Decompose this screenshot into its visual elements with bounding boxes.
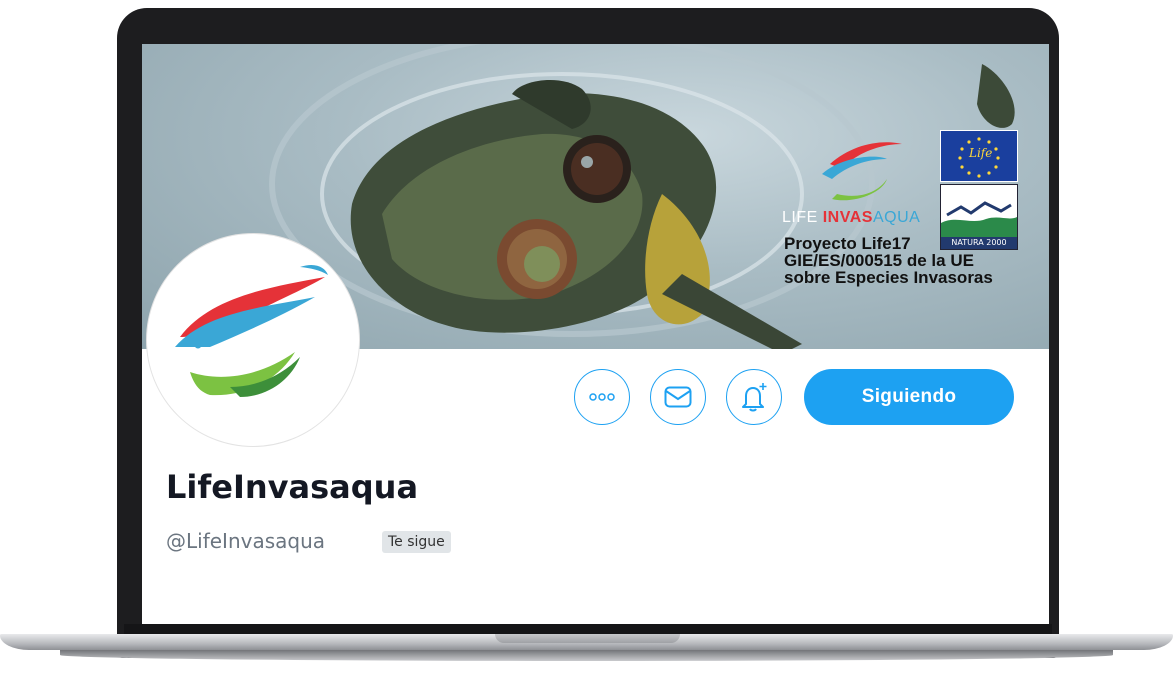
profile-handle[interactable]: @LifeInvasaqua bbox=[166, 529, 325, 553]
natura-label: NATURA 2000 bbox=[941, 237, 1017, 249]
profile-display-name: LifeInvasaqua bbox=[166, 468, 419, 506]
project-line: GIE/ES/000515 de la UE bbox=[784, 251, 974, 270]
natura-2000-logo: NATURA 2000 bbox=[940, 184, 1018, 250]
banner-brand-text: LIFE INVASAQUA bbox=[782, 209, 920, 227]
eu-flag-logo: Life bbox=[940, 130, 1018, 182]
notifications-button[interactable] bbox=[726, 369, 782, 425]
laptop-hinge-notch bbox=[495, 634, 680, 643]
more-options-button[interactable] bbox=[574, 369, 630, 425]
brand-accent: INVAS bbox=[822, 209, 873, 226]
browser-screen: LIFE INVASAQUA Proyecto Life17 GIE/ES/00… bbox=[142, 44, 1049, 624]
laptop-base-shadow bbox=[60, 649, 1113, 661]
profile-avatar[interactable] bbox=[147, 234, 359, 446]
brand-accent2: AQUA bbox=[872, 209, 921, 226]
fish-logo-icon bbox=[175, 264, 328, 397]
more-dots-icon bbox=[589, 393, 615, 401]
brand-prefix: LIFE bbox=[782, 209, 823, 226]
follows-you-badge: Te sigue bbox=[382, 531, 451, 553]
eu-flag-life-text: Life bbox=[969, 146, 993, 160]
envelope-icon bbox=[664, 386, 692, 408]
message-button[interactable] bbox=[650, 369, 706, 425]
project-line: sobre Especies Invasoras bbox=[784, 268, 993, 287]
natura-bird-icon bbox=[941, 201, 1017, 237]
bell-plus-icon bbox=[742, 383, 767, 412]
following-button[interactable]: Siguiendo bbox=[804, 369, 1014, 425]
